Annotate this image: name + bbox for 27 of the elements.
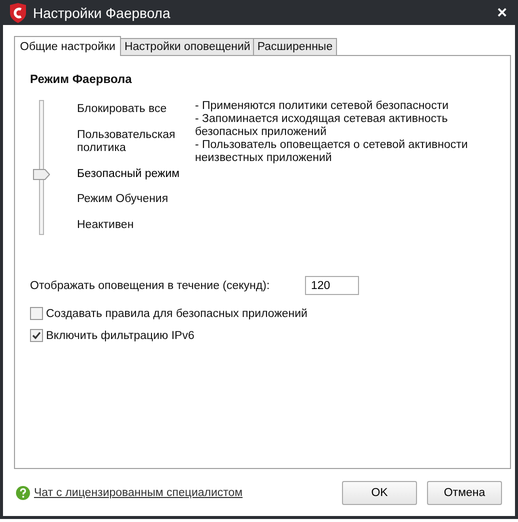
chat-link[interactable]: Чат с лицензированным специалистом (34, 486, 243, 498)
slider-thumb[interactable] (33, 168, 50, 180)
mode-label: Блокировать все (77, 103, 168, 116)
seconds-input[interactable]: 120 (305, 276, 359, 295)
mode-label: Пользовательская политика (77, 128, 176, 155)
tab[interactable]: Общие настройки (14, 36, 122, 56)
mode-slider[interactable] (33, 100, 50, 235)
shield-logo-icon (9, 2, 27, 22)
description-text: - Запоминается исходящая сетевая активность безопасных приложений (195, 113, 449, 139)
mode-label: Режим Обучения (77, 193, 170, 206)
checkbox[interactable] (30, 307, 43, 320)
dialog-button[interactable]: OK (342, 480, 417, 504)
description-text: - Пользователь оповещается о сетевой активности неизвестных приложений (195, 139, 469, 165)
dialog-button[interactable]: Отмена (427, 480, 502, 504)
tab[interactable]: Настройки оповещений (120, 38, 254, 55)
window-title: Настройки Фаервола (33, 4, 172, 20)
tab[interactable]: Расширенные (253, 38, 337, 55)
checkbox-label: Включить фильтрацию IPv6 (46, 330, 194, 342)
field-label: Отображать оповещения в течение (секунд): (30, 280, 271, 292)
description-text: - Применяются политики сетевой безопасности (195, 100, 450, 113)
help-icon[interactable] (16, 486, 30, 500)
close-button[interactable]: × (493, 2, 511, 22)
checkbox[interactable] (30, 329, 43, 342)
checkbox-label: Создавать правила для безопасных приложений (46, 308, 308, 320)
mode-label: Неактивен (77, 219, 135, 232)
section-title: Режим Фаервола (30, 72, 133, 86)
mode-label: Безопасный режим (77, 168, 181, 180)
